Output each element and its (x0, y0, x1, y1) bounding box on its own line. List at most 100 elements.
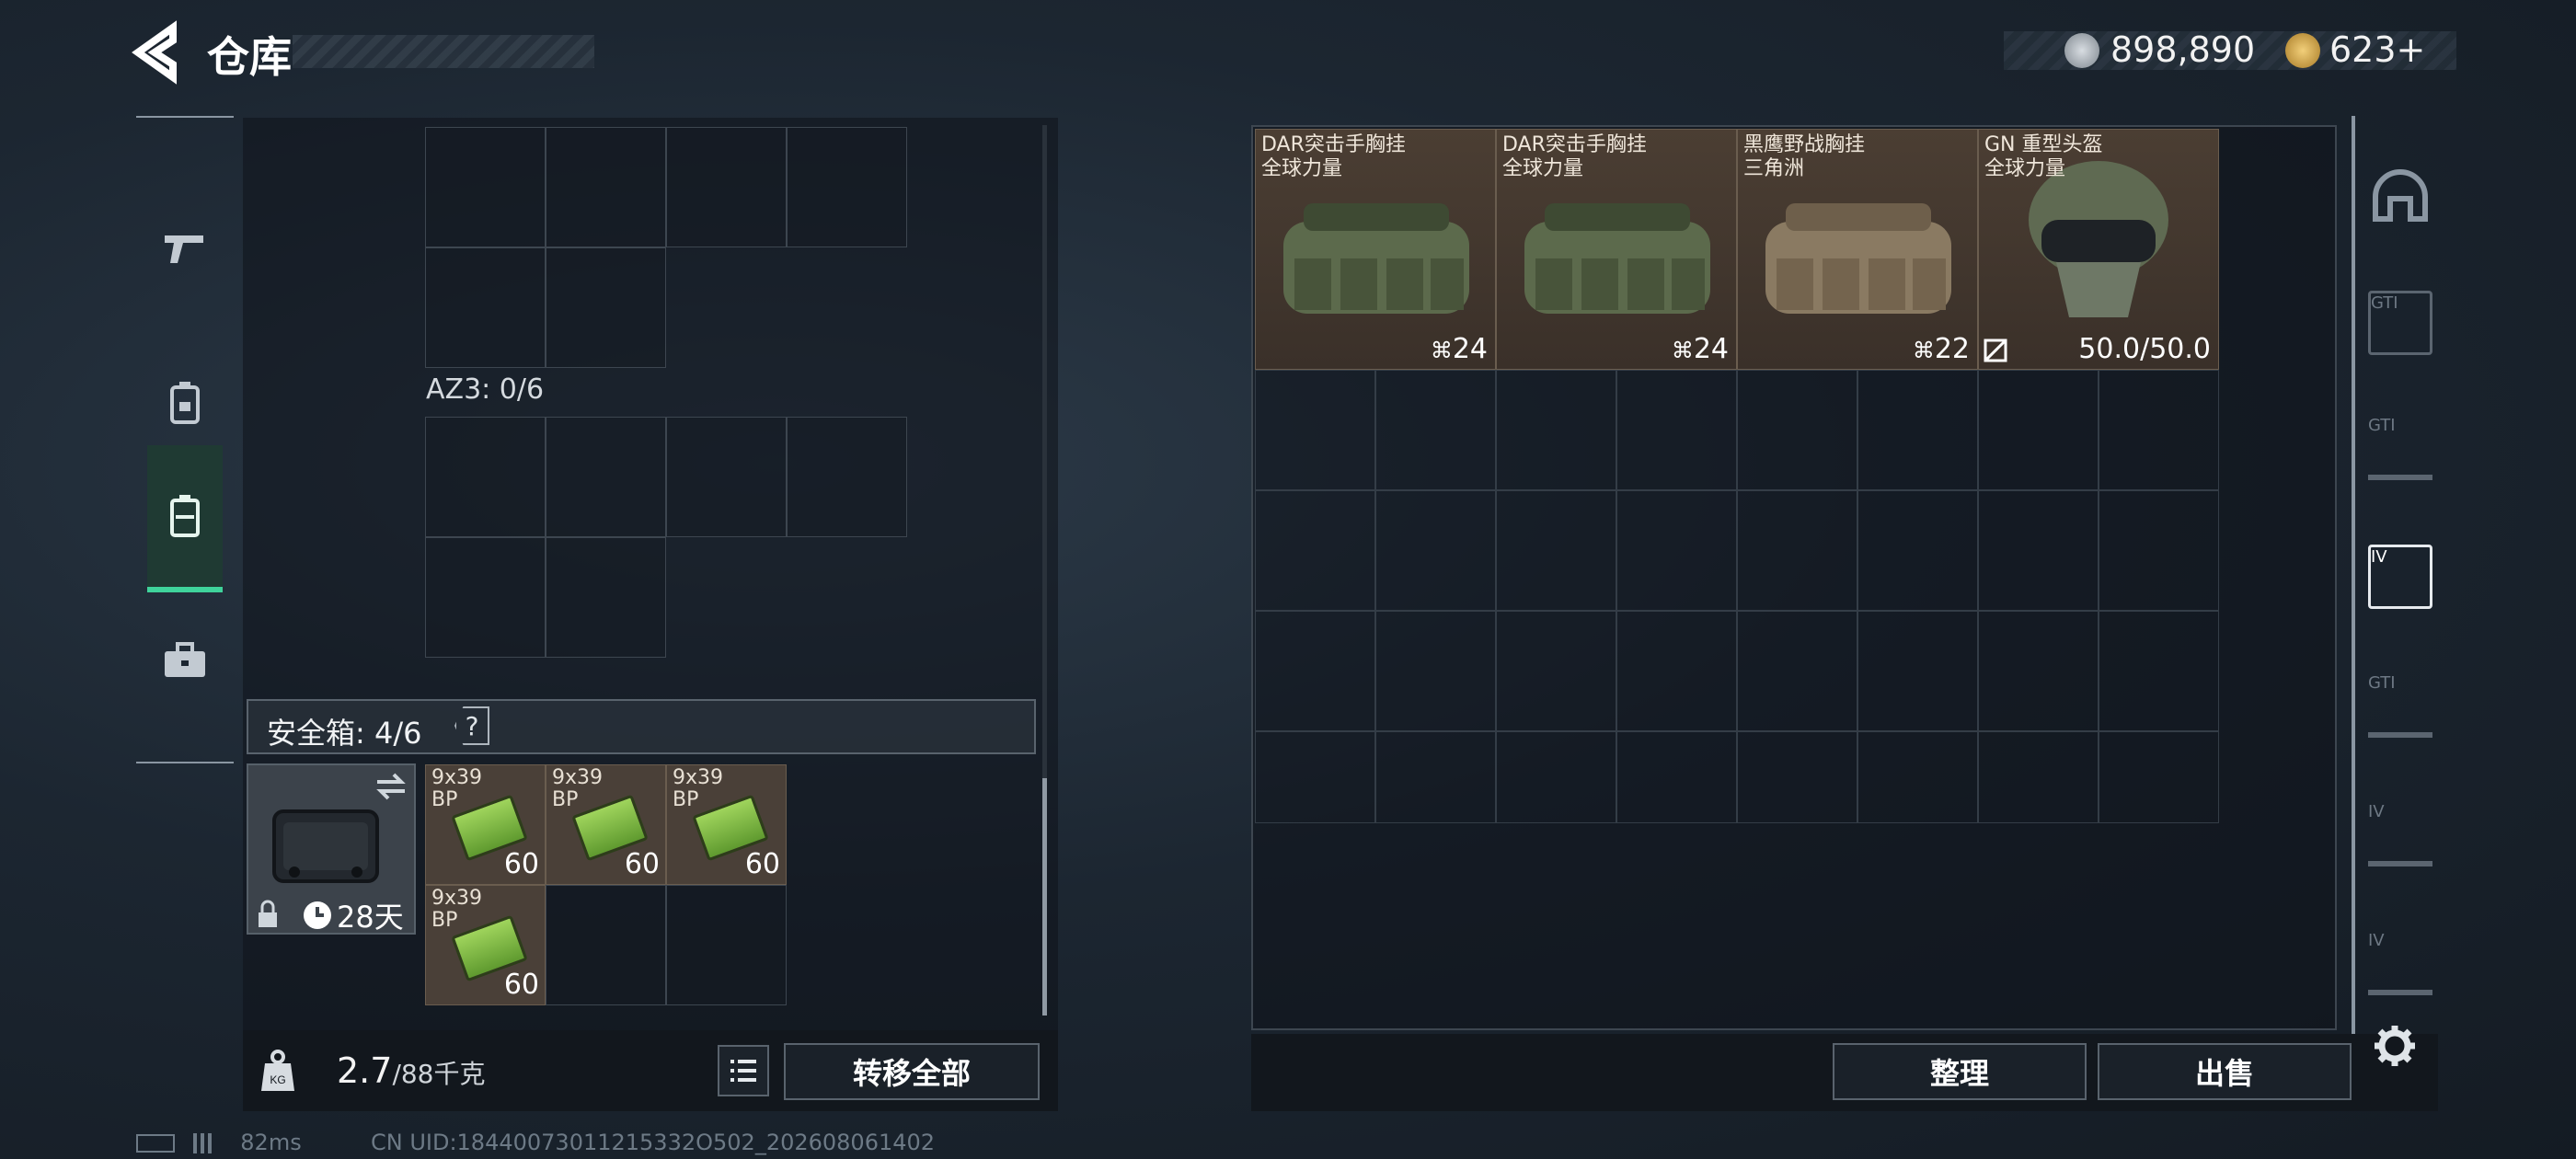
stash-item[interactable]: DAR突击手胸挂 全球力量 ⌘24 (1255, 129, 1496, 370)
stash-slot[interactable] (1255, 611, 1375, 731)
rail-iv-sniper[interactable]: IV (2368, 931, 2432, 995)
rail-gti-armor[interactable]: GTI (2368, 291, 2432, 355)
sell-button[interactable]: 出售 (2098, 1043, 2352, 1100)
rail-iv-armor[interactable]: IV (2368, 545, 2432, 609)
stash-slot[interactable] (1857, 611, 1978, 731)
grid-slot[interactable] (787, 127, 907, 247)
rail-gti-rifle[interactable]: GTI (2368, 673, 2432, 738)
rail-iv-rifle[interactable]: IV (2368, 802, 2432, 866)
ammo-item[interactable]: 9x39 BP 60 (425, 764, 546, 885)
rail-label: IV (2368, 802, 2385, 821)
clock-icon (304, 901, 331, 929)
stash-slot[interactable] (1496, 611, 1616, 731)
battery-icon (136, 1134, 175, 1153)
stash-slot[interactable] (1737, 490, 1857, 611)
list-icon (730, 1060, 756, 1082)
transfer-all-button[interactable]: 转移全部 (784, 1043, 1040, 1100)
left-scrollbar-thumb[interactable] (1042, 778, 1047, 1016)
ammo-item[interactable]: 9x39 BP 60 (546, 764, 666, 885)
stash-slot[interactable] (1375, 611, 1496, 731)
stash-slot[interactable] (1978, 370, 2099, 490)
helmet-icon[interactable] (2368, 167, 2432, 232)
organize-button[interactable]: 整理 (1833, 1043, 2087, 1100)
gold-coin-value[interactable]: 623+ (2329, 29, 2425, 70)
chest-rig-icon (1283, 203, 1469, 314)
safebox-title: 安全箱: 4/6 (267, 716, 422, 751)
svg-text:KG: KG (270, 1073, 285, 1086)
grid-slot[interactable] (546, 885, 666, 1005)
stash-slot[interactable] (1857, 731, 1978, 823)
stash-slot[interactable] (1737, 611, 1857, 731)
ammo-item[interactable]: 9x39 BP 60 (666, 764, 787, 885)
stash-slot[interactable] (1857, 370, 1978, 490)
item-name-block: 黑鹰野战胸挂 三角洲 (1743, 133, 1865, 181)
item-name: 黑鹰野战胸挂 (1743, 133, 1866, 156)
grid-slot[interactable] (425, 247, 546, 368)
stash-slot[interactable] (1737, 731, 1857, 823)
stash-slot[interactable] (1978, 731, 2099, 823)
grid-slot[interactable] (666, 417, 787, 537)
stash-slot[interactable] (1375, 370, 1496, 490)
ammo-label: 9x39 BP (431, 766, 483, 811)
stash-slot[interactable] (1375, 731, 1496, 823)
grid-slot[interactable] (787, 417, 907, 537)
stash-slot[interactable] (1255, 490, 1375, 611)
stash-slot[interactable] (1737, 370, 1857, 490)
stash-category-rail: GTI GTI IV GTI IV IV (2352, 116, 2438, 1036)
item-capacity-value: 24 (1452, 333, 1488, 365)
gear-icon[interactable] (2372, 1023, 2418, 1069)
stash-item[interactable]: DAR突击手胸挂 全球力量 ⌘24 (1496, 129, 1737, 370)
back-icon[interactable] (129, 20, 184, 85)
grid-slot[interactable] (546, 537, 666, 658)
grid-slot[interactable] (666, 127, 787, 247)
grid-slot[interactable] (546, 127, 666, 247)
title-decoration (293, 35, 594, 68)
item-capacity: ⌘24 (1431, 333, 1488, 365)
grid-slot[interactable] (546, 417, 666, 537)
stash-slot[interactable] (1616, 370, 1737, 490)
tab-briefcase[interactable] (147, 596, 223, 725)
stash-slot[interactable] (1616, 731, 1737, 823)
stash-slot[interactable] (2099, 731, 2219, 823)
stash-slot[interactable] (2099, 490, 2219, 611)
grid-slot[interactable] (425, 417, 546, 537)
grid-slot[interactable] (546, 247, 666, 368)
capacity-icon: ⌘ (1430, 338, 1453, 363)
stash-slot[interactable] (1255, 370, 1375, 490)
backpack-lock-icon (170, 382, 200, 424)
swap-icon[interactable] (374, 771, 408, 802)
stash-slot[interactable] (2099, 611, 2219, 731)
stash-item[interactable]: 黑鹰野战胸挂 三角洲 ⌘22 (1737, 129, 1978, 370)
rail-gti-weapon[interactable]: GTI (2368, 416, 2432, 480)
item-capacity: ⌘24 (1672, 333, 1729, 365)
stash-slot[interactable] (1496, 370, 1616, 490)
grid-slot[interactable] (425, 127, 546, 247)
stash-slot[interactable] (1616, 611, 1737, 731)
tab-weapons[interactable] (147, 175, 223, 322)
rail-label: GTI (2371, 293, 2398, 313)
stash-slot[interactable] (1375, 490, 1496, 611)
tab-backpack[interactable] (147, 445, 223, 592)
stash-item[interactable]: GN 重型头盔 全球力量 50.0/50.0 (1978, 129, 2219, 370)
grid-slot[interactable] (425, 537, 546, 658)
list-view-button[interactable] (718, 1045, 769, 1096)
category-sidebar (136, 116, 234, 763)
item-durability: 50.0/50.0 (2078, 333, 2211, 365)
chest-rig-icon (1765, 203, 1951, 314)
rail-label: IV (2368, 931, 2385, 950)
item-faction: 全球力量 (1261, 157, 1343, 180)
stash-slot[interactable] (1978, 611, 2099, 731)
stash-slot[interactable] (1496, 731, 1616, 823)
stash-slot[interactable] (1255, 731, 1375, 823)
stash-slot[interactable] (1496, 490, 1616, 611)
pistol-icon (165, 235, 203, 263)
ping: 82ms (240, 1130, 302, 1155)
stash-slot[interactable] (1978, 490, 2099, 611)
gold-coin-icon[interactable] (2285, 33, 2320, 68)
ammo-item[interactable]: 9x39 BP 60 (425, 885, 546, 1005)
stash-slot[interactable] (2099, 370, 2219, 490)
grid-slot[interactable] (666, 885, 787, 1005)
safebox-item[interactable]: 28天 (247, 763, 416, 935)
stash-slot[interactable] (1616, 490, 1737, 611)
stash-slot[interactable] (1857, 490, 1978, 611)
